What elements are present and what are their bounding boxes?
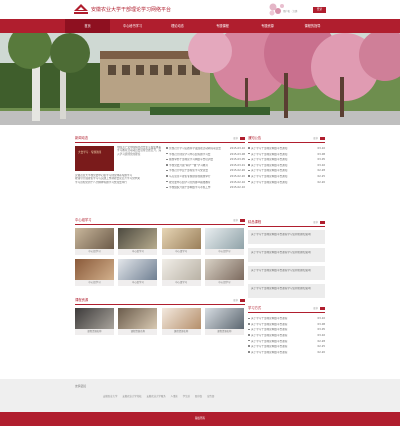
- center-tile[interactable]: 中心组学习: [161, 259, 201, 286]
- center-tile[interactable]: 中心组学习: [204, 259, 244, 286]
- notice-section-header: 通知公告 更多: [248, 135, 325, 143]
- center-section-title: 中心组学习: [75, 218, 92, 222]
- study-section-title: 学习方式: [248, 306, 262, 311]
- header: 安徽农业大学干部理论学习网络平台 用户名 · 注销 登录: [0, 0, 400, 19]
- footer-link[interactable]: 人事处: [171, 394, 178, 398]
- center-tile[interactable]: 中心组学习: [75, 259, 114, 286]
- center-tile-image: [75, 228, 114, 249]
- center-tile[interactable]: 中心组学习: [118, 259, 158, 286]
- user-links[interactable]: 用户名 · 注销: [283, 9, 297, 13]
- study-more-link[interactable]: 更多: [313, 306, 325, 310]
- news-feature-image[interactable]: 大会学习 · 专题讲座: [75, 146, 114, 171]
- study-list: 关于学习干部理论网络平台课程 03-10 关于学习干部理论网络平台课程 03-08 …: [248, 316, 325, 355]
- courses-grid: 课程资源名称 课程资源名称 课程资源名称 课程资源名称: [75, 308, 245, 335]
- ranking-item[interactable]: 关于学习干部理论网络平台课程学习安排的通知说明: [248, 284, 325, 299]
- course-tile-image: [161, 308, 201, 329]
- footer-link[interactable]: 学生处: [183, 394, 190, 398]
- center-tile[interactable]: 中心组学习: [118, 228, 158, 255]
- footer: 友情链接 安徽农业大学 安徽农业大学党校 安徽农业大学教务 人事处 学生处 图书…: [0, 379, 400, 412]
- course-tile-image: [75, 308, 114, 329]
- nav-item-center-study[interactable]: 中心秘书学习: [110, 19, 155, 33]
- notice-more-link[interactable]: 更多: [313, 136, 325, 140]
- course-tile-image: [204, 308, 244, 329]
- nav-item-home[interactable]: 首页: [65, 19, 110, 33]
- footer-link[interactable]: 安徽农业大学教务: [146, 394, 165, 398]
- center-more-link[interactable]: 更多: [233, 218, 245, 222]
- center-tile[interactable]: 中心组学习: [161, 228, 201, 255]
- news-list-item[interactable]: 学校组织开展干部网络学习考核工作 2015-02-10: [166, 185, 245, 191]
- notice-section-title: 通知公告: [248, 136, 262, 140]
- notice-list: 关于学习干部理论网络平台通知 03-10 关于学习干部理论网络平台通知 03-08 …: [248, 146, 325, 185]
- center-tile-image: [204, 259, 244, 280]
- ranking-item[interactable]: 关于学习干部理论网络平台课程学习安排的通知说明: [248, 266, 325, 281]
- center-grid: 中心组学习 中心组学习 中心组学习 中心组学习 中心组学习 中心组学习 中心组学…: [75, 228, 245, 286]
- copyright-bar: 版权所有: [0, 412, 400, 426]
- center-tile-image: [118, 259, 158, 280]
- nav-item-courses[interactable]: 专题课程: [200, 19, 245, 33]
- center-tile-image: [161, 259, 201, 280]
- course-tile[interactable]: 课程资源名称: [75, 308, 114, 335]
- center-tile[interactable]: 中心组学习: [75, 228, 114, 255]
- footer-link[interactable]: 图书馆: [195, 394, 202, 398]
- nav-item-guidance[interactable]: 课程的指导: [290, 19, 335, 33]
- nav-item-theory[interactable]: 理论动态: [155, 19, 200, 33]
- campus-scene: [0, 33, 400, 125]
- center-tile[interactable]: 中心组学习: [204, 228, 244, 255]
- footer-link[interactable]: 宣传部: [207, 394, 214, 398]
- center-tile-image: [118, 228, 158, 249]
- footer-links-label: 友情链接: [75, 384, 87, 388]
- ranking-more-link[interactable]: 更多: [313, 220, 325, 224]
- campus-banner-image: [0, 33, 400, 125]
- course-tile[interactable]: 课程资源名称: [204, 308, 244, 335]
- courses-more-link[interactable]: 更多: [233, 298, 245, 302]
- nav-item-resources[interactable]: 专题资源: [245, 19, 290, 33]
- ranking-section-header: 精品课程 更多: [248, 219, 325, 228]
- course-tile-image: [118, 308, 158, 329]
- center-tile-image: [161, 228, 201, 249]
- news-list: 党校召开学习实践科学发展观活动转段动员会 2015-03-10 学校召开理论学习中…: [162, 146, 245, 194]
- news-intro-text: 中国共产党中国特色社会主义理论体系学习教育活动动员会议在合肥召开，深入学习贯彻党…: [117, 146, 162, 156]
- center-tile-image: [75, 259, 114, 280]
- news-section-header: 新闻动态 更多: [75, 135, 245, 143]
- course-tile[interactable]: 课程资源名称: [161, 308, 201, 335]
- footer-link[interactable]: 安徽农业大学: [103, 394, 117, 398]
- news-extra-line[interactable]: 学习贯彻党的十八大精神专题学习交流会举行: [75, 181, 162, 184]
- ranking-section-title: 精品课程: [248, 220, 262, 225]
- left-column: 新闻动态 更多 大会学习 · 专题讲座 中国共产党中国特色社会主义理论体系学习教…: [75, 135, 245, 335]
- news-section-title: 新闻动态: [75, 136, 89, 140]
- right-column: 通知公告 更多 关于学习干部理论网络平台通知 03-10 关于学习干部理论网络平台…: [248, 135, 325, 355]
- ranking-list: 关于学习干部理论网络平台课程学习安排的通知说明 关于学习干部理论网络平台课程学习…: [248, 230, 325, 299]
- courses-section-header: 课程资源 更多: [75, 297, 245, 305]
- news-more-link[interactable]: 更多: [233, 136, 245, 140]
- courses-section-title: 课程资源: [75, 298, 89, 302]
- site-title[interactable]: 安徽农业大学干部理论学习网络平台: [91, 6, 171, 13]
- footer-link[interactable]: 安徽农业大学党校: [122, 394, 141, 398]
- footer-links: 安徽农业大学 安徽农业大学党校 安徽农业大学教务 人事处 学生处 图书馆 宣传部: [103, 394, 214, 398]
- center-section-header: 中心组学习 更多: [75, 217, 245, 225]
- news-section: 大会学习 · 专题讲座 中国共产党中国特色社会主义理论体系学习教育活动动员会议在…: [75, 146, 245, 194]
- study-list-item[interactable]: 关于学习干部理论网络平台课程 02-20: [248, 350, 325, 356]
- login-button[interactable]: 登录: [313, 7, 326, 13]
- ranking-item[interactable]: 关于学习干部理论网络平台课程学习安排的通知说明: [248, 248, 325, 263]
- ranking-item[interactable]: 关于学习干部理论网络平台课程学习安排的通知说明: [248, 230, 325, 245]
- course-tile[interactable]: 课程资源名称: [118, 308, 158, 335]
- news-feature-intro: 中国共产党中国特色社会主义理论体系学习教育活动动员会议在合肥召开，深入学习贯彻党…: [114, 146, 162, 171]
- university-logo-icon[interactable]: [74, 4, 88, 14]
- main-nav: 首页 中心秘书学习 理论动态 专题课程 专题资源 课程的指导: [0, 19, 400, 33]
- news-feature: 大会学习 · 专题讲座 中国共产党中国特色社会主义理论体系学习教育活动动员会议在…: [75, 146, 162, 194]
- center-tile-image: [204, 228, 244, 249]
- news-feature-caption: 大会学习 · 专题讲座: [78, 151, 102, 154]
- study-section-header: 学习方式 更多: [248, 305, 325, 314]
